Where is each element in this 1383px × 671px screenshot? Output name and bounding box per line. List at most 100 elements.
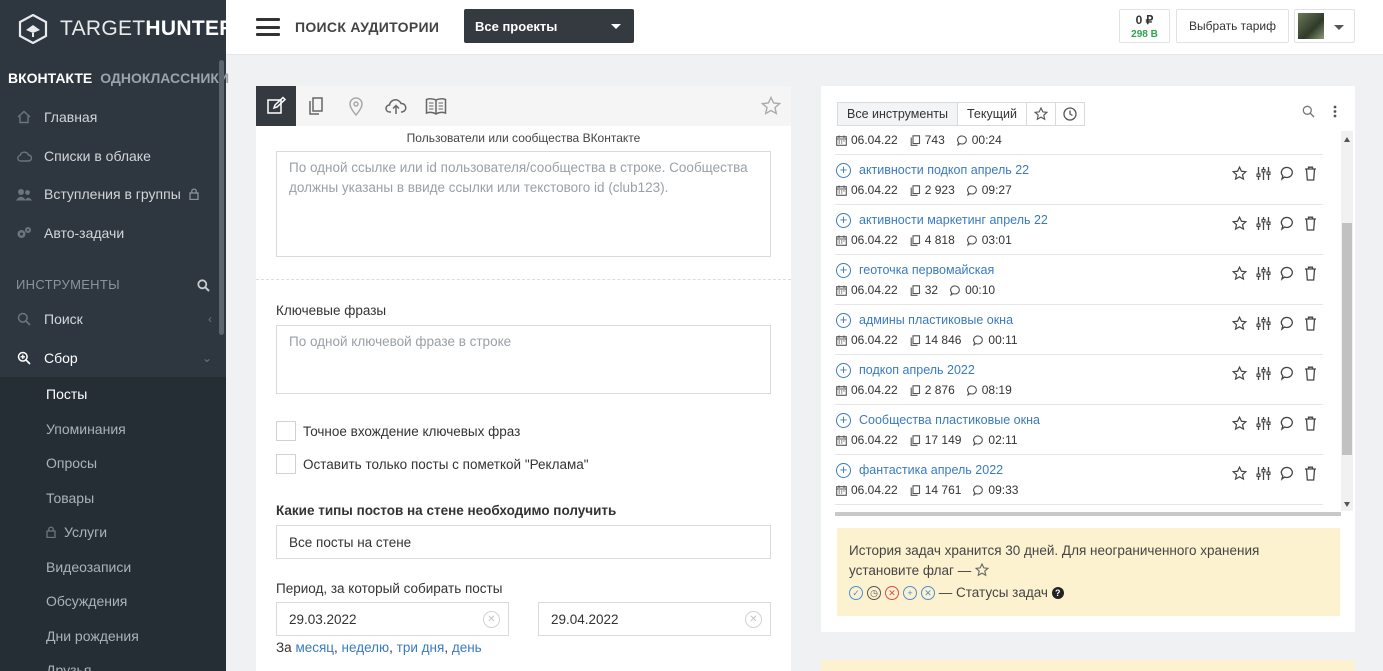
submenu-item-mentions[interactable]: Упоминания [0, 412, 226, 447]
quick-3days-link[interactable]: три дня [397, 640, 445, 655]
more-vertical-icon[interactable] [1333, 105, 1337, 118]
task-row[interactable]: + админы пластиковые окна 06.04.22 14 846 00… [835, 305, 1323, 355]
sidebar-item-cloud-lists[interactable]: Списки в облаке [0, 137, 226, 176]
favorite-star-icon[interactable] [761, 96, 781, 116]
star-icon[interactable] [1232, 366, 1247, 381]
submenu-item-polls[interactable]: Опросы [0, 446, 226, 481]
search-icon[interactable] [1302, 105, 1315, 118]
submenu-item-birthdays[interactable]: Дни рождения [0, 619, 226, 654]
post-types-select[interactable]: Все посты на стене [276, 525, 771, 559]
sidebar-item-auto-tasks[interactable]: Авто-задачи [0, 214, 226, 253]
clear-icon[interactable]: ✕ [483, 611, 500, 628]
task-name-link[interactable]: активности подкоп апрель 22 [859, 163, 1029, 177]
expand-plus-icon[interactable]: + [836, 313, 851, 328]
comment-icon[interactable] [1280, 416, 1295, 431]
star-icon[interactable] [1232, 416, 1247, 431]
sidebar-item-home[interactable]: Главная [0, 98, 226, 137]
comment-icon[interactable] [1280, 466, 1295, 481]
star-icon[interactable] [1232, 166, 1247, 181]
sliders-icon[interactable] [1256, 166, 1271, 181]
quick-month-link[interactable]: месяц [295, 640, 334, 655]
expand-plus-icon[interactable]: + [836, 463, 851, 478]
star-icon[interactable] [1232, 316, 1247, 331]
trash-icon[interactable] [1304, 316, 1317, 331]
scroll-down-icon[interactable] [1344, 502, 1350, 507]
task-row[interactable]: + подкоп апрель 2022 06.04.22 2 876 08:19 [835, 355, 1323, 405]
quick-week-link[interactable]: неделю [342, 640, 390, 655]
submenu-item-posts[interactable]: Посты [0, 377, 226, 412]
task-list-hscrollbar[interactable] [835, 512, 1341, 516]
tab-book[interactable] [416, 86, 456, 126]
tab-vkontakte[interactable]: ВКОНТАКТЕ [8, 70, 92, 86]
sliders-icon[interactable] [1256, 316, 1271, 331]
expand-plus-icon[interactable]: + [836, 163, 851, 178]
tab-odnoklassniki[interactable]: ОДНОКЛАССНИКИ [100, 70, 229, 86]
user-menu[interactable] [1294, 9, 1355, 43]
trash-icon[interactable] [1304, 216, 1317, 231]
comment-icon[interactable] [1280, 366, 1295, 381]
tab-upload[interactable] [376, 86, 416, 126]
submenu-item-friends[interactable]: Друзья [0, 653, 226, 671]
date-from-input[interactable]: 29.03.2022 ✕ [276, 602, 509, 636]
task-name-link[interactable]: Сообщества пластиковые окна [859, 413, 1040, 427]
sidebar-item-search[interactable]: Поиск ‹ [0, 300, 226, 339]
trash-icon[interactable] [1304, 166, 1317, 181]
scroll-up-icon[interactable] [1344, 137, 1350, 142]
tab-geo[interactable] [336, 86, 376, 126]
submenu-item-services[interactable]: Услуги [0, 515, 226, 550]
tab-files[interactable] [296, 86, 336, 126]
choose-tariff-button[interactable]: Выбрать тариф [1176, 9, 1289, 43]
sliders-icon[interactable] [1256, 466, 1271, 481]
sidebar-item-collect[interactable]: Сбор ⌄ [0, 339, 226, 378]
star-icon[interactable] [1232, 216, 1247, 231]
task-name-link[interactable]: фантастика апрель 2022 [859, 463, 1003, 477]
menu-toggle-icon[interactable] [256, 18, 280, 36]
sliders-icon[interactable] [1256, 416, 1271, 431]
star-icon[interactable] [1232, 266, 1247, 281]
task-name-link[interactable]: активности маркетинг апрель 22 [859, 213, 1048, 227]
submenu-item-videos[interactable]: Видеозаписи [0, 550, 226, 585]
sliders-icon[interactable] [1256, 266, 1271, 281]
task-row[interactable]: + Сообщества пластиковые окна 06.04.22 17 1… [835, 405, 1323, 455]
expand-plus-icon[interactable]: + [836, 363, 851, 378]
star-icon[interactable] [1232, 466, 1247, 481]
task-row[interactable]: + активности подкоп апрель 22 06.04.22 2 92… [835, 155, 1323, 205]
task-name-link[interactable]: геоточка первомайская [859, 263, 994, 277]
links-textarea[interactable]: По одной ссылке или id пользователя/сооб… [276, 151, 771, 257]
comment-icon[interactable] [1280, 216, 1295, 231]
checkbox-box[interactable] [276, 454, 296, 474]
trash-icon[interactable] [1304, 416, 1317, 431]
quick-day-link[interactable]: день [452, 640, 482, 655]
sidebar-item-group-joins[interactable]: Вступления в группы [0, 175, 226, 214]
tab-edit[interactable] [256, 86, 296, 126]
comment-icon[interactable] [1280, 316, 1295, 331]
trash-icon[interactable] [1304, 466, 1317, 481]
help-icon[interactable]: ? [1051, 587, 1064, 600]
submenu-item-products[interactable]: Товары [0, 481, 226, 516]
logo[interactable]: TARGETHUNTER [0, 0, 234, 58]
task-row[interactable]: +фантастика сообщества06.04.2274300:24 [835, 131, 1323, 155]
checkbox-box[interactable] [276, 421, 296, 441]
expand-plus-icon[interactable]: + [836, 413, 851, 428]
submenu-item-discussions[interactable]: Обсуждения [0, 584, 226, 619]
search-icon[interactable] [197, 279, 210, 292]
tab-favorites[interactable] [1025, 102, 1056, 126]
date-to-input[interactable]: 29.04.2022 ✕ [538, 602, 771, 636]
task-name-link[interactable]: админы пластиковые окна [859, 313, 1013, 327]
task-list-scrollbar[interactable] [1341, 131, 1353, 511]
comment-icon[interactable] [1280, 266, 1295, 281]
scroll-thumb[interactable] [1342, 223, 1352, 455]
expand-plus-icon[interactable]: + [836, 263, 851, 278]
expand-plus-icon[interactable]: + [836, 213, 851, 228]
balance-widget[interactable]: 0 ₽ 298 B [1119, 9, 1170, 43]
task-row[interactable]: + геоточка первомайская 06.04.22 32 00:10 [835, 255, 1323, 305]
sidebar-scrollbar[interactable] [219, 60, 224, 335]
task-name-link[interactable]: подкоп апрель 2022 [859, 363, 975, 377]
ads-only-checkbox[interactable]: Оставить только посты с пометкой "Реклам… [276, 454, 589, 474]
sliders-icon[interactable] [1256, 216, 1271, 231]
task-row[interactable]: + активности маркетинг апрель 22 06.04.22 4… [835, 205, 1323, 255]
task-row[interactable]: + фантастика апрель 2022 06.04.22 14 761 09:… [835, 455, 1323, 505]
clear-icon[interactable]: ✕ [745, 611, 762, 628]
tab-history[interactable] [1054, 102, 1085, 126]
comment-icon[interactable] [1280, 166, 1295, 181]
